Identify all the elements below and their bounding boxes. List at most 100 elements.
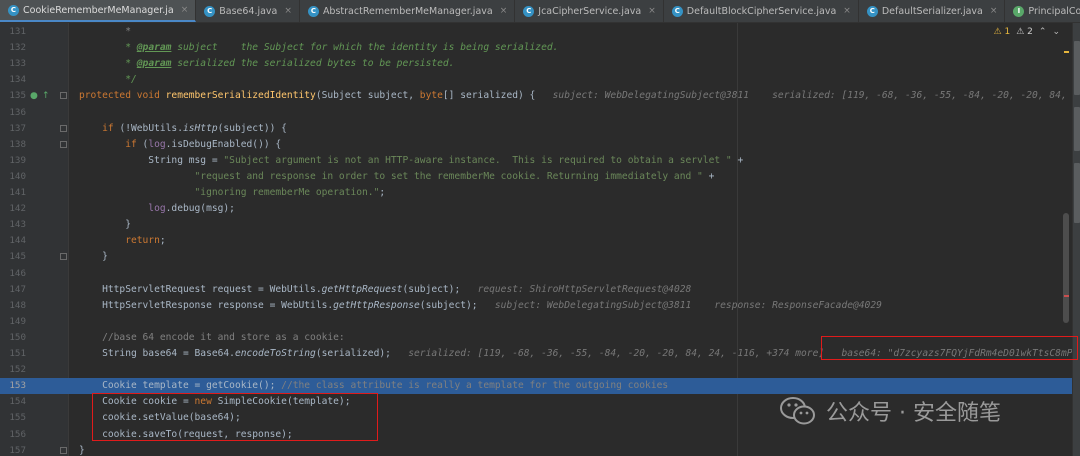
code-text[interactable]: log.debug(msg);	[79, 201, 235, 217]
class-icon: C	[8, 4, 19, 16]
fold-marker-icon[interactable]	[60, 92, 67, 100]
line-number[interactable]: 148	[4, 298, 26, 314]
code-text[interactable]: * @param serialized the serialized bytes…	[79, 56, 454, 72]
code-line[interactable]: 143 }	[0, 217, 1072, 233]
editor-tab[interactable]: C AbstractRememberMeManager.java ×	[300, 0, 516, 22]
line-number[interactable]: 146	[4, 266, 26, 282]
fold-marker-icon[interactable]	[60, 446, 67, 454]
line-number[interactable]: 140	[4, 169, 26, 185]
editor-tab[interactable]: C DefaultBlockCipherService.java ×	[664, 0, 859, 22]
editor-tab[interactable]: C DefaultSerializer.java ×	[859, 0, 1006, 22]
editor-tab[interactable]: C Base64.java ×	[196, 0, 300, 22]
code-line[interactable]: 141 "ignoring rememberMe operation.";	[0, 185, 1072, 201]
line-number[interactable]: 156	[4, 427, 26, 443]
line-number[interactable]: 135	[4, 88, 26, 104]
right-tool-strip	[1072, 23, 1080, 456]
override-marker-icon[interactable]: ●	[30, 88, 38, 104]
fold-marker-icon[interactable]	[60, 140, 67, 148]
code-line[interactable]: 137 if (!WebUtils.isHttp(subject)) {	[0, 121, 1072, 137]
editor-tab[interactable]: C JcaCipherService.java ×	[515, 0, 664, 22]
line-number[interactable]: 150	[4, 330, 26, 346]
code-line[interactable]: 131 *	[0, 24, 1072, 40]
close-icon[interactable]: ×	[500, 6, 508, 16]
code-text[interactable]: HttpServletRequest request = WebUtils.ge…	[79, 282, 691, 298]
line-number[interactable]: 143	[4, 217, 26, 233]
line-number[interactable]: 151	[4, 346, 26, 362]
line-number[interactable]: 134	[4, 72, 26, 88]
code-text[interactable]: if (log.isDebugEnabled()) {	[79, 137, 281, 153]
code-line[interactable]: 142 log.debug(msg);	[0, 201, 1072, 217]
code-line[interactable]: 149	[0, 314, 1072, 330]
code-line[interactable]: 157}	[0, 443, 1072, 456]
close-icon[interactable]: ×	[648, 6, 656, 16]
watermark: 公众号 · 安全随笔	[780, 390, 1001, 432]
code-text[interactable]: Cookie template = getCookie(); //the cla…	[79, 378, 668, 394]
code-text[interactable]: return;	[79, 233, 165, 249]
fold-marker-icon[interactable]	[60, 124, 67, 132]
code-text[interactable]: }	[79, 217, 131, 233]
close-icon[interactable]: ×	[990, 6, 998, 16]
close-icon[interactable]: ×	[181, 5, 189, 15]
editor-tab[interactable]: C CookieRememberMeManager.ja ×	[0, 0, 197, 22]
close-icon[interactable]: ×	[843, 6, 851, 16]
code-text[interactable]: */	[79, 72, 137, 88]
code-text[interactable]: String msg = "Subject argument is not an…	[79, 153, 743, 169]
code-token: getHttpRequest	[321, 283, 403, 295]
code-text[interactable]: }	[79, 249, 108, 265]
line-number[interactable]: 132	[4, 40, 26, 56]
code-text[interactable]: *	[79, 24, 131, 40]
tool-window-button[interactable]	[1074, 107, 1080, 151]
code-text[interactable]: "ignoring rememberMe operation.";	[79, 185, 386, 201]
code-line[interactable]: 139 String msg = "Subject argument is no…	[0, 153, 1072, 169]
line-number[interactable]: 145	[4, 249, 26, 265]
line-number[interactable]: 139	[4, 153, 26, 169]
code-line[interactable]: 144 return;	[0, 233, 1072, 249]
tab-label: Base64.java	[219, 5, 278, 17]
watermark-text: 公众号 · 安全随笔	[826, 401, 1001, 426]
line-number[interactable]: 153	[4, 378, 26, 394]
code-token: (subject);	[402, 283, 478, 295]
code-line[interactable]: 138 if (log.isDebugEnabled()) {	[0, 137, 1072, 153]
line-number[interactable]: 138	[4, 137, 26, 153]
line-number[interactable]: 155	[4, 410, 26, 426]
editor-tab[interactable]: IPrincipalCollection.java×	[1005, 0, 1080, 22]
line-number[interactable]: 144	[4, 233, 26, 249]
line-number[interactable]: 147	[4, 282, 26, 298]
code-line[interactable]: 135 protected void rememberSerializedIden…	[0, 88, 1072, 104]
code-text[interactable]: //base 64 encode it and store as a cooki…	[79, 330, 345, 346]
code-line[interactable]: 148 HttpServletResponse response = WebUt…	[0, 298, 1072, 314]
editor-tab-bar: C CookieRememberMeManager.ja × C Base64.java…	[0, 0, 1080, 23]
line-number[interactable]: 137	[4, 121, 26, 137]
code-line[interactable]: 134 */	[0, 72, 1072, 88]
code-line[interactable]: 132 * @param subject the Subject for whi…	[0, 40, 1072, 56]
fold-marker-icon[interactable]	[60, 253, 67, 261]
line-number[interactable]: 142	[4, 201, 26, 217]
tool-window-button[interactable]	[1074, 163, 1080, 223]
code-line[interactable]: 140 "request and response in order to se…	[0, 169, 1072, 185]
annotation-box-cookie-code	[92, 393, 378, 441]
code-line[interactable]: 136	[0, 105, 1072, 121]
code-text[interactable]: HttpServletResponse response = WebUtils.…	[79, 298, 882, 314]
line-number[interactable]: 136	[4, 105, 26, 121]
tool-window-button[interactable]	[1074, 41, 1080, 95]
code-text[interactable]: }	[79, 443, 85, 456]
code-line[interactable]: 146	[0, 266, 1072, 282]
code-token: //base 64 encode it and store as a cooki…	[79, 331, 345, 343]
implements-arrow-icon[interactable]: ↑	[42, 88, 50, 104]
line-number[interactable]: 131	[4, 24, 26, 40]
code-text[interactable]: if (!WebUtils.isHttp(subject)) {	[79, 121, 287, 137]
code-text[interactable]: * @param subject the Subject for which t…	[79, 40, 558, 56]
line-number[interactable]: 133	[4, 56, 26, 72]
line-number[interactable]: 141	[4, 185, 26, 201]
code-text[interactable]: protected void rememberSerializedIdentit…	[79, 88, 1072, 104]
code-line[interactable]: 133 * @param serialized the serialized b…	[0, 56, 1072, 72]
line-number[interactable]: 149	[4, 314, 26, 330]
code-line[interactable]: 147 HttpServletRequest request = WebUtil…	[0, 282, 1072, 298]
code-text[interactable]: "request and response in order to set th…	[79, 169, 715, 185]
code-line[interactable]: 145 }	[0, 249, 1072, 265]
line-number[interactable]: 157	[4, 443, 26, 456]
close-icon[interactable]: ×	[284, 6, 292, 16]
line-number[interactable]: 154	[4, 394, 26, 410]
line-number[interactable]: 152	[4, 362, 26, 378]
code-line[interactable]: 152	[0, 362, 1072, 378]
